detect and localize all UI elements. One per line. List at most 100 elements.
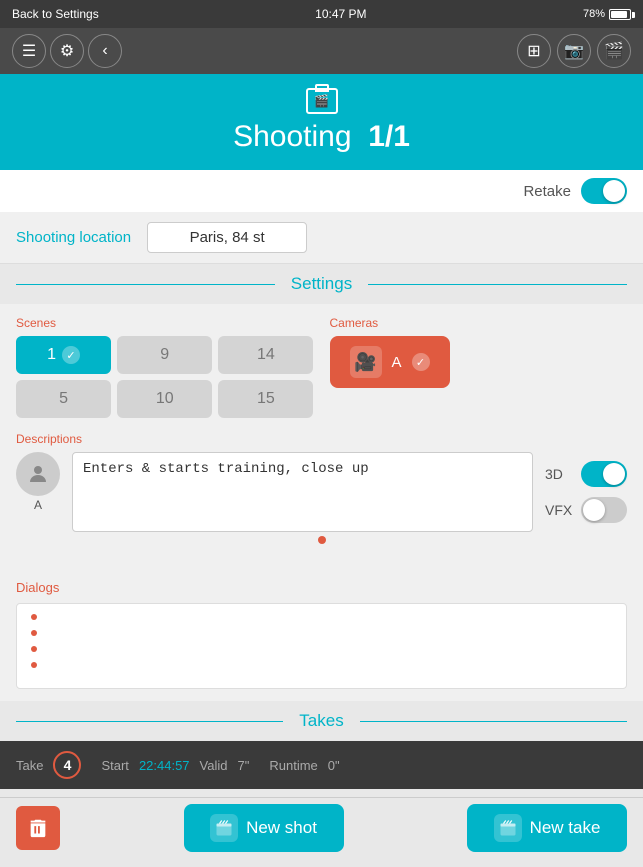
dialog-dot-1: [31, 614, 37, 620]
share-button[interactable]: 🎬: [597, 34, 631, 68]
battery-icon: [609, 9, 631, 20]
takes-line-left: [16, 721, 283, 722]
scene-btn-5[interactable]: 5: [16, 380, 111, 418]
settings-title: Settings: [283, 274, 360, 294]
toggle-vfx-label: VFX: [545, 502, 573, 518]
new-shot-label: New shot: [246, 818, 317, 838]
menu-button[interactable]: ☰: [12, 34, 46, 68]
retake-toggle[interactable]: [581, 178, 627, 204]
desc-avatar-wrap: A: [16, 452, 60, 512]
camera-button[interactable]: 📷: [557, 34, 591, 68]
shooting-title-number: 1/1: [368, 120, 410, 153]
back-to-settings-link[interactable]: Back to Settings: [12, 7, 99, 21]
new-take-icon: [494, 814, 522, 842]
clapperboard-take-icon: [499, 819, 517, 837]
location-input[interactable]: Paris, 84 st: [147, 222, 307, 253]
camera-select-btn[interactable]: 🎥 A ✓: [330, 336, 450, 388]
shooting-icon: 🎬: [306, 88, 338, 114]
takes-line-right: [360, 721, 627, 722]
toggle-vfx-row: VFX: [545, 497, 627, 523]
dialog-item-2: [31, 630, 612, 636]
shooting-title-prefix: Shooting: [233, 120, 351, 153]
dialog-item-1: [31, 614, 612, 620]
takes-section-header: Takes: [0, 701, 643, 741]
toggle-3d[interactable]: [581, 461, 627, 487]
export-button[interactable]: ⊞: [517, 34, 551, 68]
status-right: 78%: [583, 8, 631, 20]
nav-right: ⊞ 📷 🎬: [517, 34, 631, 68]
section-line-left: [16, 284, 275, 285]
cameras-label: Cameras: [330, 316, 628, 330]
trash-icon: [27, 817, 49, 839]
desc-textarea[interactable]: Enters & starts training, close up: [72, 452, 533, 532]
scenes-cameras-row: Scenes 1 ✓ 9 14 5 10 15 Cameras 🎥: [16, 316, 627, 418]
dialog-dot-2: [31, 630, 37, 636]
scene-check-1: ✓: [62, 346, 80, 364]
camera-icon: 🎥: [350, 346, 382, 378]
section-line-right: [368, 284, 627, 285]
scenes-label: Scenes: [16, 316, 314, 330]
scene-btn-15[interactable]: 15: [218, 380, 313, 418]
scene-btn-1[interactable]: 1 ✓: [16, 336, 111, 374]
scenes-grid: 1 ✓ 9 14 5 10 15: [16, 336, 314, 418]
camera-check: ✓: [412, 353, 430, 371]
start-label: Start: [101, 758, 128, 773]
scene-btn-14[interactable]: 14: [218, 336, 313, 374]
cameras-block: Cameras 🎥 A ✓: [330, 316, 628, 418]
runtime-value: 0": [328, 758, 340, 773]
shooting-title: Shooting 1/1: [233, 120, 410, 154]
take-number-badge: 4: [53, 751, 81, 779]
take-row: Take 4 Start 22:44:57 Valid 7" Runtime 0…: [0, 741, 643, 789]
start-value: 22:44:57: [139, 758, 190, 773]
toggle-3d-label: 3D: [545, 466, 573, 482]
scenes-block: Scenes 1 ✓ 9 14 5 10 15: [16, 316, 314, 418]
bottom-bar: New shot New take: [0, 797, 643, 857]
delete-button[interactable]: [16, 806, 60, 850]
scene-value-1: 1: [47, 346, 56, 364]
settings-section-header: Settings: [0, 264, 643, 304]
location-label: Shooting location: [16, 229, 131, 246]
dialogs-box: [16, 603, 627, 689]
dialog-dot-4: [31, 662, 37, 668]
descriptions-section: Descriptions A Enters & starts training,…: [16, 432, 627, 544]
camera-value: A: [392, 354, 402, 371]
dialogs-section: Dialogs: [0, 568, 643, 701]
valid-value: 7": [238, 758, 250, 773]
main-content: 🎬 Shooting 1/1 Retake Shooting location …: [0, 74, 643, 867]
takes-title: Takes: [291, 711, 351, 731]
status-left: Back to Settings: [12, 7, 99, 21]
runtime-label: Runtime: [269, 758, 317, 773]
location-row: Shooting location Paris, 84 st: [0, 212, 643, 264]
toggle-3d-row: 3D: [545, 461, 627, 487]
desc-avatar: [16, 452, 60, 496]
clapperboard-icon: [215, 819, 233, 837]
toggle-vfx[interactable]: [581, 497, 627, 523]
dialog-item-4: [31, 662, 612, 668]
settings-button[interactable]: ⚙: [50, 34, 84, 68]
status-bar: Back to Settings 10:47 PM 78%: [0, 0, 643, 28]
scene-btn-10[interactable]: 10: [117, 380, 212, 418]
dialog-item-3: [31, 646, 612, 652]
top-nav: ☰ ⚙ ‹ ⊞ 📷 🎬: [0, 28, 643, 74]
take-label: Take: [16, 758, 43, 773]
retake-label: Retake: [523, 183, 571, 200]
status-time: 10:47 PM: [315, 7, 366, 21]
valid-label: Valid: [200, 758, 228, 773]
new-take-label: New take: [530, 818, 601, 838]
descriptions-label: Descriptions: [16, 432, 627, 446]
carousel-dot: [318, 536, 326, 544]
scene-btn-9[interactable]: 9: [117, 336, 212, 374]
desc-row: A Enters & starts training, close up 3D …: [16, 452, 627, 532]
desc-avatar-label: A: [16, 498, 60, 512]
nav-left: ☰ ⚙ ‹: [12, 34, 122, 68]
new-take-button[interactable]: New take: [467, 804, 627, 852]
shooting-header: 🎬 Shooting 1/1: [0, 74, 643, 170]
desc-toggles: 3D VFX: [545, 461, 627, 523]
back-button[interactable]: ‹: [88, 34, 122, 68]
dialog-dot-3: [31, 646, 37, 652]
battery-percent: 78%: [583, 8, 605, 20]
takes-section: Takes Take 4 Start 22:44:57 Valid 7" Run…: [0, 701, 643, 789]
dialogs-label: Dialogs: [16, 580, 627, 595]
new-shot-button[interactable]: New shot: [184, 804, 344, 852]
new-shot-icon: [210, 814, 238, 842]
